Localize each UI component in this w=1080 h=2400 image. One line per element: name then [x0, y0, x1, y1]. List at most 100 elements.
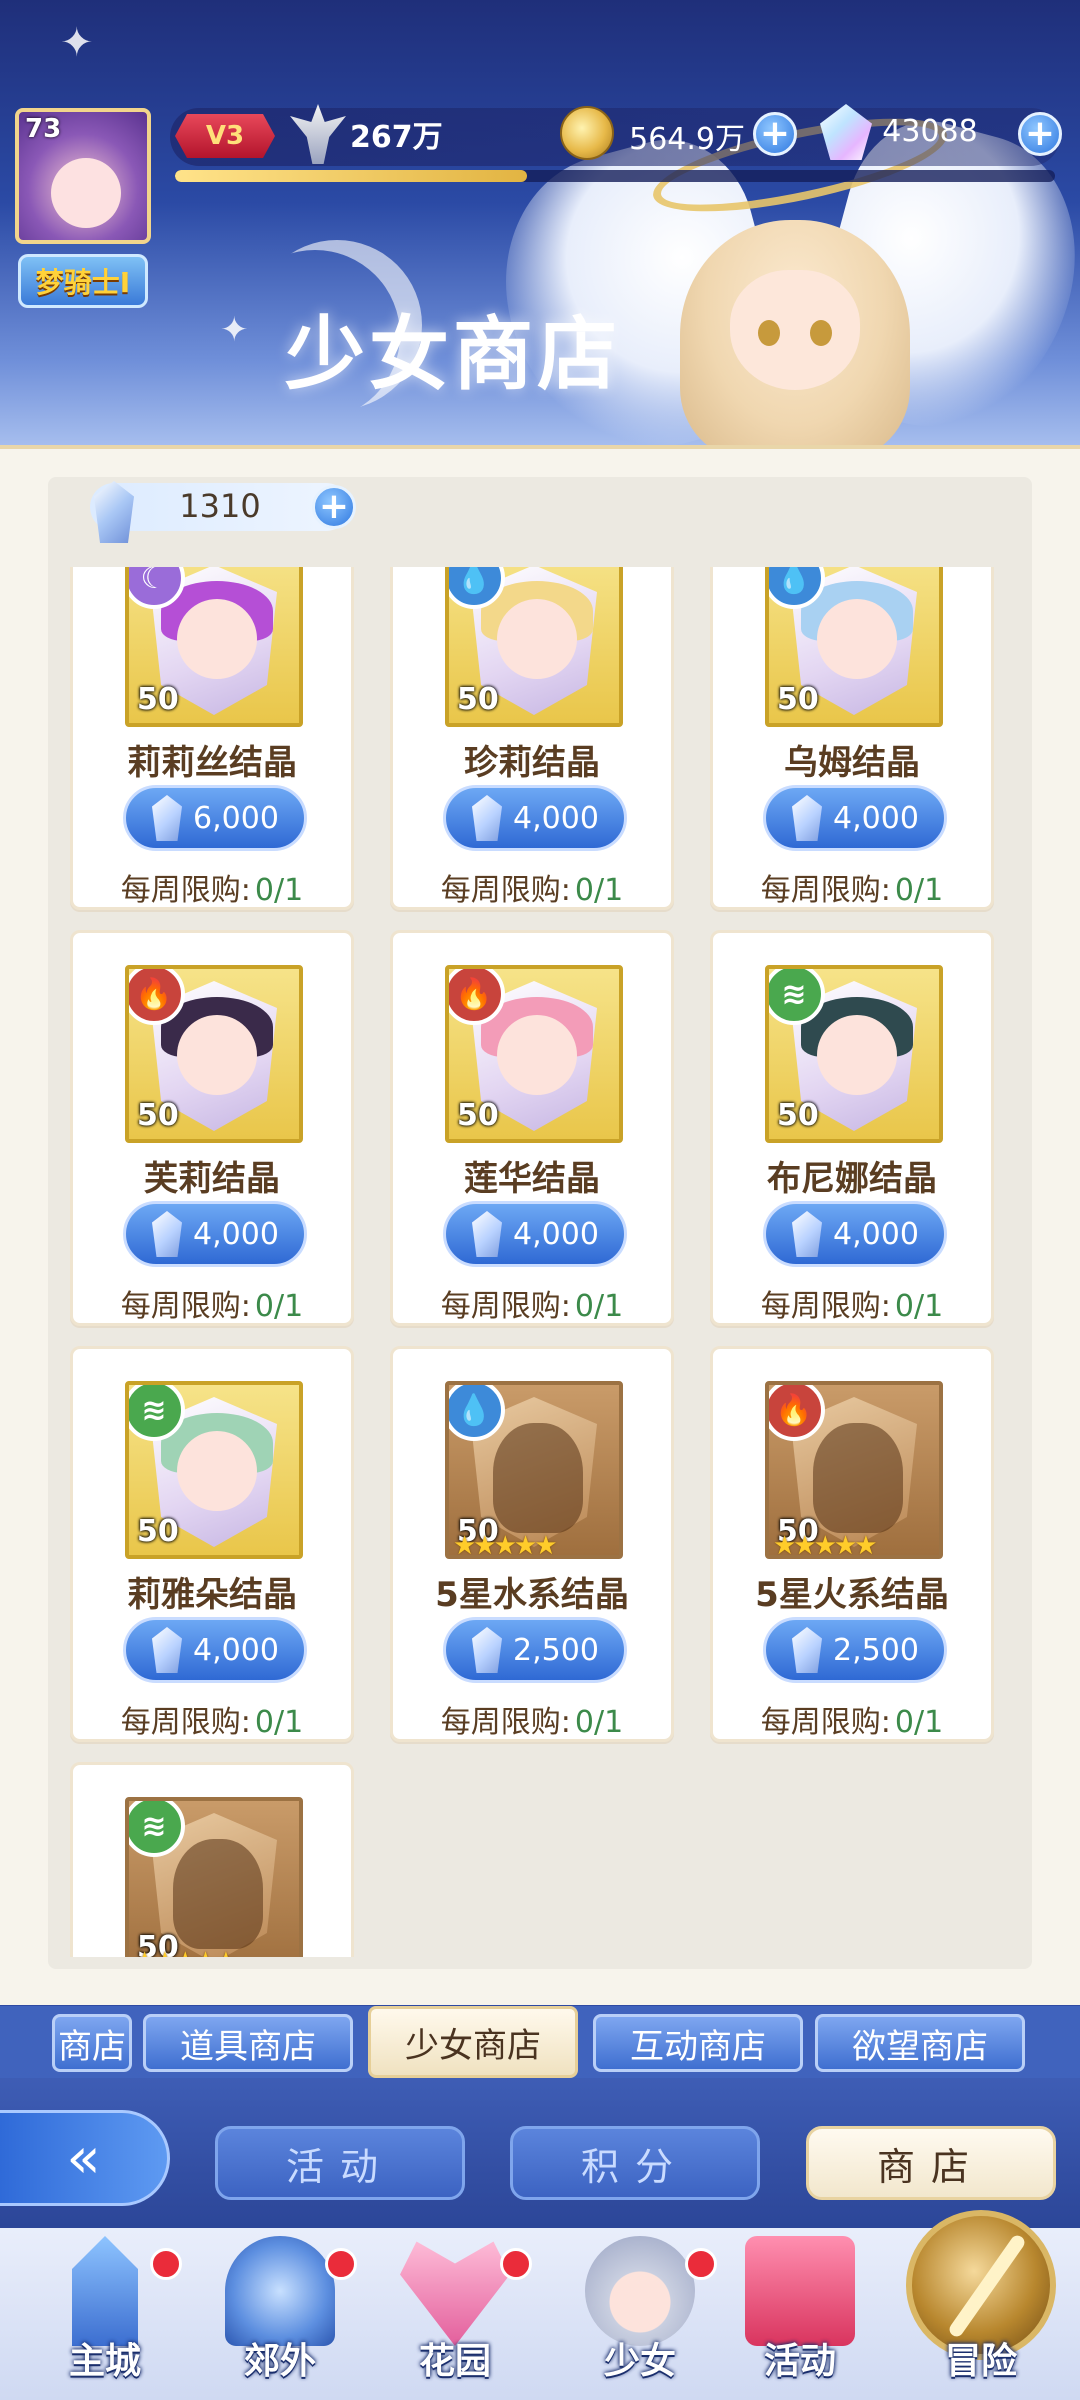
- points-button[interactable]: 积分: [510, 2126, 760, 2200]
- notification-badge: [150, 2248, 182, 2280]
- player-avatar[interactable]: 73: [15, 108, 151, 244]
- crystal-currency-icon: [472, 795, 502, 841]
- weekly-limit: 每周限购: 0/1: [73, 1281, 351, 1325]
- crystal-balance: 1310: [179, 487, 261, 525]
- tab-shop[interactable]: 商店: [52, 2014, 132, 2072]
- crystal-item-icon[interactable]: 🔥 50: [445, 965, 623, 1143]
- back-button[interactable]: «: [0, 2110, 170, 2206]
- sub-navigation: « 活动 积分 商店: [0, 2078, 1080, 2228]
- gold-value: 564.9万: [629, 122, 745, 157]
- shop-item-card[interactable]: ≋50★★★★★: [70, 1762, 354, 1957]
- item-level: 50: [777, 682, 819, 717]
- notification-badge: [685, 2248, 717, 2280]
- buy-button[interactable]: 4,000: [443, 785, 627, 851]
- crystal-item-icon[interactable]: 💧 50: [765, 567, 943, 727]
- weekly-limit: 每周限购: 0/1: [393, 1281, 671, 1325]
- item-price: 4,000: [193, 1216, 279, 1252]
- weekly-limit-count: 0/1: [894, 1705, 944, 1740]
- vip-badge[interactable]: V3: [175, 114, 275, 158]
- crystal-item-icon[interactable]: 🔥 50 ★★★★★: [765, 1381, 943, 1559]
- item-name: 乌姆结晶: [784, 743, 920, 783]
- weekly-limit-label: 每周限购:: [440, 873, 571, 908]
- tab-interaction-shop[interactable]: 互动商店: [593, 2014, 803, 2072]
- store-button[interactable]: 商店: [806, 2126, 1056, 2200]
- weekly-limit-label: 每周限购:: [760, 1289, 891, 1324]
- activity-button[interactable]: 活动: [215, 2126, 465, 2200]
- crystal-item-icon[interactable]: ☾ 50: [125, 567, 303, 727]
- shop-item-card[interactable]: ≋ 50 莉雅朵结晶 4,000 每周限购: 0/1: [70, 1346, 354, 1742]
- weekly-limit-count: 0/1: [574, 873, 624, 908]
- shop-item-card[interactable]: 💧 50 乌姆结晶 4,000 每周限购: 0/1: [710, 567, 994, 910]
- nav-label: 主城: [68, 2341, 141, 2382]
- buy-button[interactable]: 6,000: [123, 785, 307, 851]
- weekly-limit: 每周限购: 0/1: [713, 1697, 991, 1741]
- crystal-currency-icon: [152, 795, 182, 841]
- item-level: 50: [137, 1098, 179, 1133]
- shop-item-card[interactable]: 🔥 50 ★★★★★ 5星火系结晶 2,500 每周限购: 0/1: [710, 1346, 994, 1742]
- shop-item-card[interactable]: ☾ 50 莉莉丝结晶 6,000 每周限购: 0/1: [70, 567, 354, 910]
- weekly-limit-label: 每周限购:: [120, 873, 251, 908]
- item-price: 4,000: [513, 800, 599, 836]
- shop-item-card[interactable]: 🔥 50 芙莉结晶 4,000 每周限购: 0/1: [70, 930, 354, 1326]
- buy-button[interactable]: 4,000: [763, 1201, 947, 1267]
- shop-item-card[interactable]: 💧 50 ★★★★★ 5星水系结晶 2,500 每周限购: 0/1: [390, 1346, 674, 1742]
- add-crystal-button[interactable]: +: [312, 485, 356, 529]
- diamond-value: 43088: [882, 114, 978, 149]
- buy-button[interactable]: 4,000: [443, 1201, 627, 1267]
- weekly-limit-label: 每周限购:: [120, 1289, 251, 1324]
- item-name: 珍莉结晶: [464, 743, 600, 783]
- weekly-limit: 每周限购: 0/1: [73, 1697, 351, 1741]
- notification-badge: [500, 2248, 532, 2280]
- shop-item-card[interactable]: 💧 50 珍莉结晶 4,000 每周限购: 0/1: [390, 567, 674, 910]
- crystal-item-icon[interactable]: ≋ 50: [125, 1381, 303, 1559]
- nav-main-city[interactable]: 主城: [20, 2228, 190, 2400]
- add-gold-button[interactable]: +: [753, 112, 797, 156]
- weekly-limit-label: 每周限购:: [440, 1705, 571, 1740]
- notification-badge: [325, 2248, 357, 2280]
- crystal-item-icon[interactable]: 💧 50: [445, 567, 623, 727]
- buy-button[interactable]: 2,500: [763, 1617, 947, 1683]
- item-price: 4,000: [833, 1216, 919, 1252]
- weekly-limit: 每周限购: 0/1: [73, 865, 351, 909]
- shop-item-card[interactable]: 🔥 50 莲华结晶 4,000 每周限购: 0/1: [390, 930, 674, 1326]
- tab-girl-shop[interactable]: 少女商店: [368, 2006, 578, 2078]
- weekly-limit-count: 0/1: [574, 1705, 624, 1740]
- avatar-level: 73: [25, 114, 62, 144]
- weekly-limit: 每周限购: 0/1: [713, 1281, 991, 1325]
- crystal-item-icon[interactable]: ≋50★★★★★: [125, 1797, 303, 1957]
- page-title: 少女商店: [285, 308, 621, 401]
- nav-suburbs[interactable]: 郊外: [195, 2228, 365, 2400]
- nav-garden[interactable]: 花园: [370, 2228, 540, 2400]
- item-level: 50: [137, 682, 179, 717]
- item-name: 芙莉结晶: [144, 1159, 280, 1199]
- nav-label: 花园: [418, 2341, 491, 2382]
- weekly-limit-count: 0/1: [894, 873, 944, 908]
- crystal-item-icon[interactable]: 🔥 50: [125, 965, 303, 1143]
- shop-item-card[interactable]: ≋ 50 布尼娜结晶 4,000 每周限购: 0/1: [710, 930, 994, 1326]
- weekly-limit-count: 0/1: [894, 1289, 944, 1324]
- item-name: 莲华结晶: [464, 1159, 600, 1199]
- buy-button[interactable]: 4,000: [123, 1617, 307, 1683]
- player-name-tag[interactable]: 梦骑士I: [18, 254, 148, 308]
- buy-button[interactable]: 2,500: [443, 1617, 627, 1683]
- add-diamond-button[interactable]: +: [1018, 112, 1062, 156]
- item-price: 4,000: [193, 1632, 279, 1668]
- star-rating-icon: ★★★★★: [133, 1947, 238, 1957]
- nav-activity[interactable]: 活动: [715, 2228, 885, 2400]
- heart-icon: [400, 2241, 510, 2346]
- tab-desire-shop[interactable]: 欲望商店: [815, 2014, 1025, 2072]
- shop-tabs: 商店 道具商店 少女商店 互动商店 欲望商店: [0, 2006, 1080, 2078]
- crystal-currency-icon: [792, 795, 822, 841]
- crystal-item-icon[interactable]: ≋ 50: [765, 965, 943, 1143]
- buy-button[interactable]: 4,000: [123, 1201, 307, 1267]
- item-level: 50: [457, 682, 499, 717]
- buy-button[interactable]: 4,000: [763, 785, 947, 851]
- crystal-item-icon[interactable]: 💧 50 ★★★★★: [445, 1381, 623, 1559]
- nav-girls[interactable]: 少女: [555, 2228, 725, 2400]
- nav-label: 活动: [763, 2341, 836, 2382]
- nav-label: 少女: [603, 2341, 676, 2382]
- tab-item-shop[interactable]: 道具商店: [143, 2014, 353, 2072]
- shop-item-grid[interactable]: ☾ 50 莉莉丝结晶 6,000 每周限购: 0/1 💧 50 珍莉结晶 4,000 每周限购: 0/…: [70, 567, 1010, 1957]
- double-chevron-left-icon: «: [66, 2125, 101, 2191]
- item-name: 莉雅朵结晶: [127, 1575, 297, 1615]
